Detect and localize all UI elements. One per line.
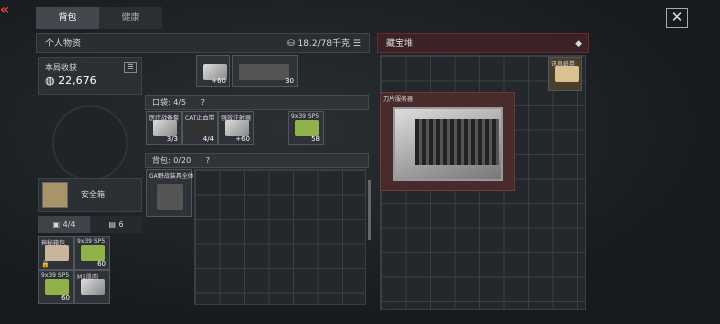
item-count: 4/4 bbox=[202, 135, 214, 143]
scrollbar[interactable] bbox=[368, 180, 371, 240]
item-name: 9x39 SP5 bbox=[291, 113, 320, 120]
weight-readout: ⛁ 18.2/78千克 ☰ bbox=[287, 34, 361, 54]
item-count: +60 bbox=[235, 135, 250, 143]
pocket-item[interactable]: 9x39 SP5 58 bbox=[288, 111, 324, 145]
stash-title: 藏宝堆 bbox=[386, 39, 414, 49]
ammo-image bbox=[295, 120, 319, 136]
personal-header: 个人物资 ⛁ 18.2/78千克 ☰ bbox=[36, 33, 370, 53]
vest-image bbox=[239, 64, 289, 80]
inv-tab-a-label: 4/4 bbox=[62, 220, 76, 229]
rig-image bbox=[157, 184, 183, 210]
doc-icon: ▤ bbox=[108, 220, 119, 229]
inv-tab-items[interactable]: ▤ 6 bbox=[90, 216, 142, 233]
top-item[interactable]: +60 bbox=[196, 55, 230, 87]
scroll-image bbox=[555, 66, 579, 82]
safebox-card[interactable]: 安全箱 bbox=[38, 178, 142, 212]
ammo-image bbox=[45, 279, 69, 295]
emblem-watermark bbox=[52, 105, 128, 181]
briefcase-icon: ▣ bbox=[52, 220, 63, 229]
item-name: 刀片服务器 bbox=[383, 96, 414, 103]
backpack-item[interactable]: GA野战装具全体 bbox=[146, 169, 193, 217]
safe-item[interactable]: 9x39 SP5 60 bbox=[38, 270, 74, 304]
weight-icon: ⛁ bbox=[287, 39, 298, 49]
tourniquet-image bbox=[189, 120, 213, 136]
pocket-title: 口袋: 4/5 bbox=[152, 98, 187, 107]
pocket-item[interactable]: CAT止血带 4/4 bbox=[182, 111, 218, 145]
stash-item[interactable]: 讯息纸卷 bbox=[548, 57, 582, 91]
inv-tabs: ▣ 4/4 ▤ 6 bbox=[38, 216, 142, 233]
safe-item[interactable]: 9x39 SP5 60 bbox=[74, 236, 110, 270]
item-count: 3/3 bbox=[166, 135, 178, 143]
backpack-grid[interactable] bbox=[194, 169, 366, 305]
personal-title: 个人物资 bbox=[45, 39, 82, 49]
syringe-image bbox=[225, 120, 249, 136]
item-count: 30 bbox=[285, 77, 294, 85]
earnings-label: 本局收获 bbox=[45, 63, 77, 72]
list-icon[interactable]: ☰ bbox=[124, 62, 137, 73]
coin-icon: ◍ bbox=[45, 74, 59, 87]
item-name: 9x39 SP5 bbox=[41, 272, 70, 279]
stash-header: 藏宝堆 ◆ bbox=[377, 33, 589, 53]
server-slots bbox=[415, 119, 499, 165]
lock-icon: 🔒 bbox=[41, 260, 50, 268]
item-image bbox=[45, 245, 69, 261]
tab-backpack[interactable]: 背包 bbox=[36, 7, 99, 29]
syringe-image bbox=[81, 279, 105, 295]
server-image bbox=[393, 107, 503, 181]
menu-icon[interactable]: ☰ bbox=[350, 39, 361, 49]
pocket-item[interactable]: 医疗战备套 3/3 bbox=[146, 111, 182, 145]
inv-tab-equipment[interactable]: ▣ 4/4 bbox=[38, 216, 90, 233]
medkit-image bbox=[153, 120, 177, 136]
help-icon[interactable]: ? bbox=[201, 98, 205, 107]
item-name: GA野战装具全体 bbox=[149, 173, 193, 180]
safebox-label: 安全箱 bbox=[81, 190, 105, 199]
inv-tab-b-label: 6 bbox=[118, 220, 124, 229]
backpack-header: 背包: 0/20 ? bbox=[145, 153, 369, 168]
top-item[interactable]: 30 bbox=[232, 55, 298, 87]
earnings-card: 本局收获 ◍ 22,676 ☰ bbox=[38, 57, 142, 95]
safe-item[interactable]: 神秘箱包 🔒 bbox=[38, 236, 74, 270]
safe-item[interactable]: M1肌肉 bbox=[74, 270, 110, 304]
top-tabs: 背包 健康 bbox=[36, 7, 162, 29]
stash-item-server[interactable]: 刀片服务器 bbox=[380, 92, 515, 191]
back-icon[interactable]: « bbox=[0, 0, 18, 20]
item-count: +60 bbox=[211, 77, 226, 85]
item-count: 60 bbox=[61, 294, 70, 302]
help-icon[interactable]: ? bbox=[206, 156, 210, 165]
tab-health[interactable]: 健康 bbox=[99, 7, 162, 29]
earnings-value: 22,676 bbox=[58, 74, 97, 87]
ammo-image bbox=[81, 245, 105, 261]
pocket-item[interactable]: 强效注射器 +60 bbox=[218, 111, 254, 145]
item-count: 58 bbox=[311, 135, 320, 143]
item-name: 9x39 SP5 bbox=[77, 238, 106, 245]
pocket-header: 口袋: 4/5 ? bbox=[145, 95, 369, 110]
safebox-icon bbox=[42, 182, 68, 208]
item-count: 60 bbox=[97, 260, 106, 268]
backpack-title: 背包: 0/20 bbox=[152, 156, 192, 165]
close-icon[interactable]: ✕ bbox=[666, 8, 688, 28]
earnings-row: ◍ 22,676 bbox=[45, 74, 97, 87]
weight-value: 18.2/78千克 bbox=[297, 39, 351, 49]
pin-icon[interactable]: ◆ bbox=[575, 34, 582, 54]
